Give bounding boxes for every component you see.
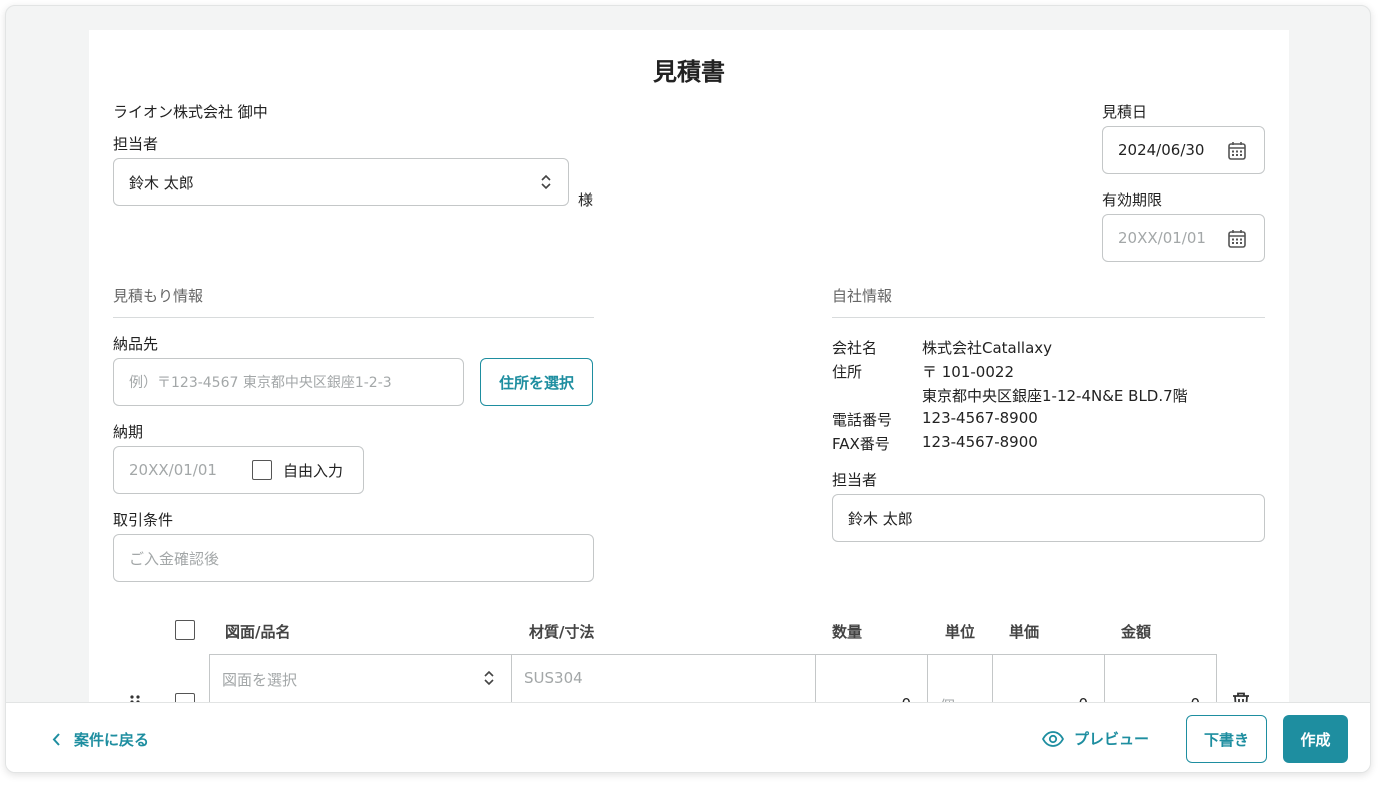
estimate-date-input[interactable]: 2024/06/30	[1102, 126, 1265, 174]
valid-until-input[interactable]: 20XX/01/01	[1102, 214, 1265, 262]
client-company-name: ライオン株式会社 御中	[113, 103, 268, 121]
material-placeholder: SUS304	[524, 669, 583, 687]
company-info-value: 123-4567-8900	[922, 409, 1038, 427]
column-header: 材質/寸法	[529, 623, 595, 641]
footer-bar: 案件に戻る プレビュー 下書き 作成	[6, 702, 1370, 772]
company-info-key: 住所	[832, 363, 863, 381]
select-address-button[interactable]: 住所を選択	[480, 358, 593, 406]
column-header: 単位	[945, 623, 976, 641]
estimate-info-title: 見積もり情報	[113, 287, 204, 305]
staff-input[interactable]: 鈴木 太郎	[832, 494, 1265, 542]
column-header: 単価	[1009, 623, 1040, 641]
delivery-label: 納品先	[113, 335, 159, 353]
app-window: 見積書 ライオン株式会社 御中 担当者 鈴木 太郎 様 見積日 2024/06/…	[5, 5, 1371, 773]
delivery-input[interactable]: 例）〒123-4567 東京都中央区銀座1-2-3	[113, 358, 464, 406]
terms-placeholder: ご入金確認後	[129, 549, 220, 568]
company-info-key: 電話番号	[832, 411, 893, 429]
select-chevron-icon	[483, 668, 495, 692]
free-input-checkbox[interactable]	[252, 460, 272, 480]
section-divider	[832, 317, 1265, 318]
section-divider	[113, 317, 594, 318]
company-info-value: 株式会社Catallaxy	[922, 339, 1053, 357]
select-all-checkbox[interactable]	[175, 620, 195, 640]
chevron-left-icon	[52, 733, 60, 746]
estimate-date-label: 見積日	[1102, 103, 1148, 121]
deadline-placeholder: 20XX/01/01	[129, 461, 217, 479]
terms-label: 取引条件	[113, 511, 174, 529]
column-header: 数量	[832, 623, 863, 641]
staff-value: 鈴木 太郎	[848, 509, 913, 528]
preview-button[interactable]: プレビュー	[1042, 728, 1149, 749]
deadline-label: 納期	[113, 423, 144, 441]
page-title: 見積書	[653, 58, 725, 86]
delivery-placeholder: 例）〒123-4567 東京都中央区銀座1-2-3	[129, 375, 392, 391]
draft-button[interactable]: 下書き	[1186, 715, 1267, 763]
select-chevron-icon	[540, 172, 552, 196]
free-input-label: 自由入力	[283, 462, 344, 480]
staff-label: 担当者	[832, 471, 878, 489]
contact-label: 担当者	[113, 135, 159, 153]
create-button[interactable]: 作成	[1283, 715, 1348, 763]
deadline-input[interactable]: 20XX/01/01 自由入力	[113, 446, 364, 494]
back-to-project-link[interactable]: 案件に戻る	[52, 729, 149, 750]
column-header: 図面/品名	[225, 623, 291, 641]
contact-select[interactable]: 鈴木 太郎	[113, 158, 569, 206]
estimate-sheet: 見積書 ライオン株式会社 御中 担当者 鈴木 太郎 様 見積日 2024/06/…	[89, 30, 1289, 772]
calendar-icon[interactable]	[1228, 229, 1246, 252]
column-header: 金額	[1121, 623, 1152, 641]
company-info-key: FAX番号	[832, 435, 890, 453]
calendar-icon[interactable]	[1228, 141, 1246, 164]
drawing-placeholder: 図面を選択	[222, 671, 298, 689]
valid-until-label: 有効期限	[1102, 191, 1163, 209]
back-to-project-label: 案件に戻る	[74, 731, 150, 749]
company-info-value: 123-4567-8900	[922, 433, 1038, 451]
preview-label: プレビュー	[1074, 730, 1150, 748]
company-info-value: 〒 101-0022	[922, 363, 1014, 381]
eye-icon	[1042, 730, 1064, 747]
company-info-key: 会社名	[832, 339, 878, 357]
company-info-title: 自社情報	[832, 287, 893, 305]
honorific-label: 様	[578, 191, 594, 209]
contact-select-value: 鈴木 太郎	[129, 173, 194, 192]
terms-input[interactable]: ご入金確認後	[113, 534, 594, 582]
estimate-date-value: 2024/06/30	[1118, 141, 1205, 159]
valid-until-placeholder: 20XX/01/01	[1118, 229, 1206, 247]
company-info-value: 東京都中央区銀座1-12-4N&E BLD.7階	[922, 387, 1188, 405]
